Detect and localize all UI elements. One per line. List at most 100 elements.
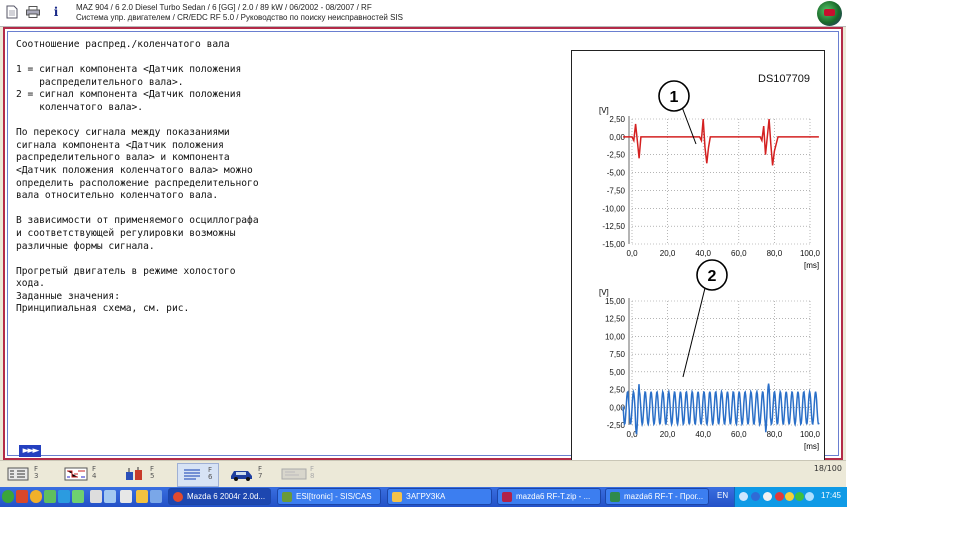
x-tick-label: 60,0 bbox=[731, 430, 747, 439]
y-tick-label: -2,50 bbox=[607, 421, 626, 430]
diagnosis-button[interactable]: F 3 bbox=[4, 463, 44, 485]
network-icon[interactable] bbox=[751, 492, 760, 501]
function-key-bar: F 3 F 4 F 5 F 6 F 7 F 8 18/100 bbox=[0, 460, 846, 488]
task-esitronic[interactable]: ESI[tronic] - SIS/CAS bbox=[277, 488, 381, 505]
vehicle-button[interactable]: F 7 bbox=[228, 463, 268, 485]
y-tick-label: -15,00 bbox=[602, 240, 625, 249]
bosch-globe-logo bbox=[817, 1, 842, 26]
components-button[interactable]: F 5 bbox=[120, 463, 160, 485]
components-icon bbox=[120, 465, 148, 483]
oscillogram-figure: DS107709 0,0 20,0 40,0 60,0 80,0 100,0 2,50 0,0… bbox=[571, 50, 825, 461]
printer-icon[interactable] bbox=[24, 3, 42, 21]
system-tray: 17:45 bbox=[734, 487, 847, 507]
system-breadcrumb: Система упр. двигателем / CR/EDC RF 5.0 … bbox=[76, 13, 404, 22]
quicklaunch-mail-icon[interactable] bbox=[150, 490, 162, 503]
car-icon bbox=[228, 465, 256, 483]
folder-icon bbox=[392, 492, 402, 502]
quicklaunch-media-icon[interactable] bbox=[72, 490, 84, 503]
y-tick-label: -10,00 bbox=[602, 204, 625, 213]
esitronic-icon bbox=[282, 492, 292, 502]
vehicle-title: MAZ 904 / 6 2.0 Diesel Turbo Sedan / 6 [… bbox=[76, 3, 372, 12]
x-tick-label: 80,0 bbox=[767, 430, 783, 439]
y-tick-label: -7,50 bbox=[607, 186, 626, 195]
x-tick-label: 20,0 bbox=[660, 430, 676, 439]
callout-1-label: 1 bbox=[670, 89, 679, 106]
y-tick-label: -12,50 bbox=[602, 222, 625, 231]
document-text: Соотношение распред./коленчатого вала 1 … bbox=[16, 39, 259, 315]
y-tick-label: 2,50 bbox=[609, 115, 625, 124]
y-unit-label: [V] bbox=[599, 288, 609, 297]
x-tick-label: 100,0 bbox=[800, 249, 821, 258]
quicklaunch-folder-icon[interactable] bbox=[136, 490, 148, 503]
x-tick-label: 40,0 bbox=[695, 249, 711, 258]
oscillogram-svg: DS107709 0,0 20,0 40,0 60,0 80,0 100,02,500,0… bbox=[599, 73, 821, 451]
task-label: mazda6 RF-T - Прог... bbox=[624, 492, 704, 501]
task-program[interactable]: mazda6 RF-T - Прог... bbox=[605, 488, 709, 505]
next-page-button[interactable]: ►►► bbox=[19, 445, 41, 457]
clock: 17:45 bbox=[820, 491, 841, 500]
language-indicator[interactable]: EN bbox=[717, 491, 728, 500]
document-inner-border: Соотношение распред./коленчатого вала 1 … bbox=[7, 31, 839, 461]
text-icon bbox=[178, 466, 206, 484]
quicklaunch-tool-icon[interactable] bbox=[44, 490, 56, 503]
task-browser[interactable]: Mazda 6 2004г 2.0d... bbox=[168, 488, 271, 505]
y-tick-label: 5,00 bbox=[609, 368, 625, 377]
key-hint-f8: F 8 bbox=[310, 465, 315, 480]
x-unit-label: [ms] bbox=[804, 442, 819, 451]
task-archive[interactable]: mazda6 RF-T.zip - ... bbox=[497, 488, 601, 505]
signal-trace-1 bbox=[623, 118, 819, 166]
x-tick-label: 20,0 bbox=[660, 249, 676, 258]
x-tick-label: 60,0 bbox=[731, 249, 747, 258]
start-icon[interactable] bbox=[2, 490, 14, 503]
diagnosis-icon bbox=[4, 465, 32, 483]
security-icon[interactable] bbox=[775, 492, 784, 501]
task-label: ESI[tronic] - SIS/CAS bbox=[296, 492, 372, 501]
y-unit-label: [V] bbox=[599, 106, 609, 115]
title-toolbar: i MAZ 904 / 6 2.0 Diesel Turbo Sedan / 6… bbox=[0, 0, 846, 27]
key-hint-f4: F 4 bbox=[92, 465, 97, 480]
oscillogram-chart-2: 0,0 20,0 40,0 60,0 80,0 100,015,0012,5010,007… bbox=[599, 288, 821, 451]
task-label: Mazda 6 2004г 2.0d... bbox=[187, 492, 266, 501]
y-tick-label: 7,50 bbox=[609, 350, 625, 359]
y-tick-label: 12,50 bbox=[605, 315, 626, 324]
x-tick-label: 100,0 bbox=[800, 430, 821, 439]
archive-icon bbox=[502, 492, 512, 502]
task-label: ЗАГРУЗКА bbox=[406, 492, 446, 501]
page-counter: 18/100 bbox=[813, 464, 842, 473]
help-icon[interactable] bbox=[739, 492, 748, 501]
task-folder[interactable]: ЗАГРУЗКА bbox=[387, 488, 492, 505]
y-tick-label: -5,00 bbox=[607, 169, 626, 178]
quicklaunch-ie-icon[interactable] bbox=[58, 490, 70, 503]
disabled-button: F 8 bbox=[280, 463, 320, 485]
x-tick-label: 80,0 bbox=[767, 249, 783, 258]
key-hint-f5: F 5 bbox=[150, 465, 155, 480]
y-tick-label: -2,50 bbox=[607, 151, 626, 160]
figure-id: DS107709 bbox=[758, 73, 810, 85]
circuit-button[interactable]: F 4 bbox=[62, 463, 102, 485]
status-icon[interactable] bbox=[795, 492, 804, 501]
document-frame: Соотношение распред./коленчатого вала 1 … bbox=[3, 27, 843, 461]
bluetooth-icon[interactable] bbox=[805, 492, 814, 501]
quicklaunch-app-icon[interactable] bbox=[16, 490, 28, 503]
callout-1-leader bbox=[681, 106, 697, 145]
y-tick-label: 10,00 bbox=[605, 332, 626, 341]
circuit-icon bbox=[62, 465, 90, 483]
x-unit-label: [ms] bbox=[804, 261, 819, 270]
oscillogram-chart-1: 0,0 20,0 40,0 60,0 80,0 100,02,500,00-2,50-5,… bbox=[599, 106, 821, 270]
quicklaunch-doc-icon[interactable] bbox=[90, 490, 102, 503]
quicklaunch-window-icon[interactable] bbox=[104, 490, 116, 503]
windows-taskbar: Mazda 6 2004г 2.0d... ESI[tronic] - SIS/… bbox=[0, 487, 847, 507]
quicklaunch-browser-icon[interactable] bbox=[30, 490, 42, 503]
app-tray-icon[interactable] bbox=[763, 492, 772, 501]
update-icon[interactable] bbox=[785, 492, 794, 501]
text-button[interactable]: F 6 bbox=[177, 463, 219, 487]
callout-2-leader bbox=[682, 287, 706, 378]
program-icon bbox=[610, 492, 620, 502]
disabled-icon bbox=[280, 465, 308, 483]
info-icon[interactable]: i bbox=[47, 3, 65, 21]
application-window: i MAZ 904 / 6 2.0 Diesel Turbo Sedan / 6… bbox=[0, 0, 847, 507]
y-tick-label: 15,00 bbox=[605, 297, 626, 306]
quicklaunch-explorer-icon[interactable] bbox=[120, 490, 132, 503]
document-icon[interactable] bbox=[3, 3, 21, 21]
x-tick-label: 40,0 bbox=[695, 430, 711, 439]
